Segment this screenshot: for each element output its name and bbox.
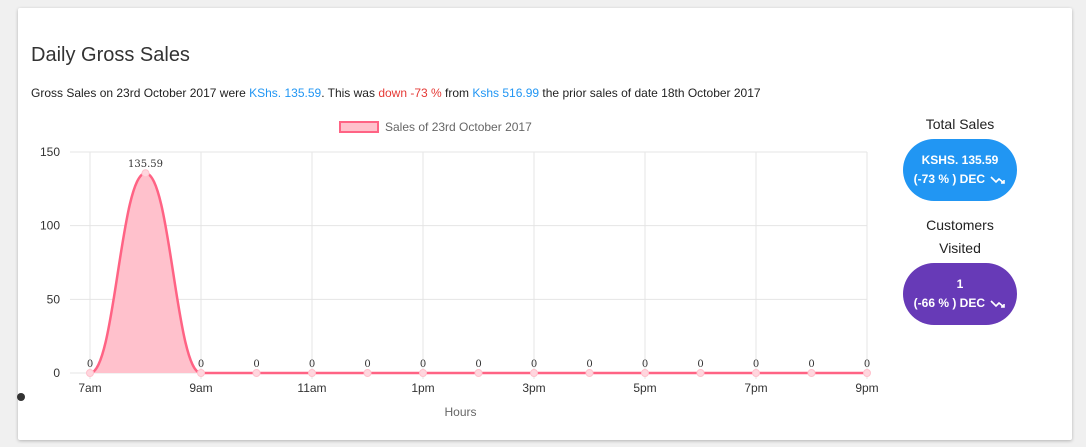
data-point: [252, 369, 261, 377]
y-tick-label: 150: [40, 145, 60, 159]
series-area: [90, 173, 867, 373]
x-tick-label: 7pm: [744, 381, 767, 395]
data-label: 0: [753, 359, 759, 370]
x-tick-label: 7am: [78, 381, 101, 395]
data-label: 0: [864, 359, 870, 370]
data-label: 0: [475, 359, 481, 370]
data-point: [86, 369, 94, 377]
customers-change-row: (-66 % ) DEC: [914, 294, 1007, 313]
data-point: [141, 169, 150, 178]
customers-pill: 1 (-66 % ) DEC: [903, 263, 1017, 325]
data-point: [308, 369, 316, 377]
data-label: 0: [420, 359, 426, 370]
y-tick-label: 0: [53, 366, 60, 380]
data-label: 135.59: [128, 159, 163, 170]
total-sales-change: (-73 % ) DEC: [913, 172, 985, 186]
x-tick-label: 9pm: [855, 381, 878, 395]
data-point: [474, 369, 483, 377]
x-tick-label: 5pm: [633, 381, 656, 395]
x-tick-label: 11am: [297, 381, 326, 395]
x-tick-label: 1pm: [411, 381, 434, 395]
data-label: 0: [586, 359, 592, 370]
data-label: 0: [364, 359, 370, 370]
data-label: 0: [531, 359, 537, 370]
data-label: 0: [697, 359, 703, 370]
data-label: 0: [198, 359, 204, 370]
customers-count: 1: [956, 277, 964, 291]
data-point: [585, 369, 594, 377]
trending-down-icon: [990, 176, 1006, 184]
data-point: [197, 369, 205, 377]
data-label: 0: [808, 359, 814, 370]
x-axis-title: Hours: [444, 405, 476, 419]
data-point: [863, 369, 871, 377]
x-tick-label: 9am: [189, 381, 212, 395]
customers-label-line1: Customers: [926, 217, 994, 233]
data-point: [419, 369, 427, 377]
data-point: [641, 369, 649, 377]
total-sales-amount: KSHS. 135.59: [921, 153, 999, 167]
data-label: 0: [309, 359, 315, 370]
data-point: [752, 369, 760, 377]
series-line: [89, 171, 867, 375]
data-point: [530, 369, 538, 377]
customers-label-line2: Visited: [939, 240, 981, 256]
y-tick-label: 50: [47, 292, 61, 306]
trending-down-icon: [990, 300, 1006, 308]
customers-change: (-66 % ) DEC: [913, 296, 985, 310]
total-sales-label: Total Sales: [925, 116, 995, 132]
total-sales-pill: KSHS. 135.59 (-73 % ) DEC: [903, 139, 1017, 201]
pager-dot[interactable]: [17, 393, 25, 401]
total-sales-change-row: (-73 % ) DEC: [914, 170, 1007, 189]
data-label: 0: [253, 359, 259, 370]
data-point: [807, 369, 816, 377]
data-point: [363, 369, 372, 377]
data-point: [696, 369, 705, 377]
data-label: 0: [642, 359, 648, 370]
data-label: 0: [87, 359, 93, 370]
y-tick-label: 100: [40, 219, 60, 233]
stats-sidebar: Total Sales KSHS. 135.59 (-73 % ) DEC Cu…: [900, 113, 1020, 325]
x-tick-label: 3pm: [522, 381, 545, 395]
